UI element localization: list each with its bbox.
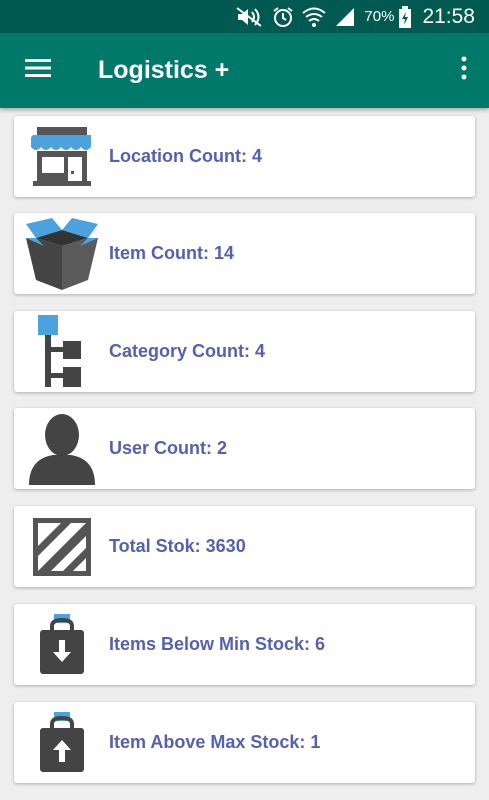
items-below-min-stock-label: Items Below Min Stock: 6 xyxy=(109,634,326,654)
battery-charging-icon xyxy=(398,5,412,28)
crate-icon xyxy=(14,506,109,587)
status-bar: 70% 21:58 xyxy=(0,0,489,33)
more-vert-icon xyxy=(460,56,468,85)
signal-icon xyxy=(334,6,356,28)
overflow-menu-button[interactable] xyxy=(439,33,489,108)
items-below-min-stock-card[interactable]: Items Below Min Stock: 6 xyxy=(14,604,475,685)
box-icon xyxy=(14,213,109,294)
category-count-card[interactable]: Category Count: 4 xyxy=(14,311,475,392)
mute-icon xyxy=(234,6,264,28)
alarm-icon xyxy=(272,6,294,28)
items-above-max-stock-label: Item Above Max Stock: 1 xyxy=(109,732,321,752)
user-count-label: User Count: 2 xyxy=(109,438,228,458)
items-above-max-stock-card[interactable]: Item Above Max Stock: 1 xyxy=(14,702,475,783)
item-count-label: Item Count: 14 xyxy=(109,243,235,263)
hamburger-menu-icon xyxy=(25,58,51,83)
user-icon xyxy=(14,408,109,489)
total-stock-card[interactable]: Total Stok: 3630 xyxy=(14,506,475,587)
location-count-label: Location Count: 4 xyxy=(109,146,262,166)
category-count-label: Category Count: 4 xyxy=(109,341,266,361)
app-bar: Logistics + xyxy=(0,33,489,108)
app-title: Logistics + xyxy=(98,56,230,84)
user-count-card[interactable]: User Count: 2 xyxy=(14,408,475,489)
menu-button[interactable] xyxy=(0,33,76,108)
location-count-card[interactable]: Location Count: 4 xyxy=(14,116,475,197)
category-tree-icon xyxy=(14,311,109,392)
bag-down-icon xyxy=(14,604,109,685)
battery-percent: 70% xyxy=(364,8,395,25)
wifi-icon xyxy=(302,6,327,28)
clock: 21:58 xyxy=(422,4,475,28)
item-count-card[interactable]: Item Count: 14 xyxy=(14,213,475,294)
total-stock-label: Total Stok: 3630 xyxy=(109,536,246,556)
bag-up-icon xyxy=(14,702,109,783)
store-icon xyxy=(14,116,109,197)
